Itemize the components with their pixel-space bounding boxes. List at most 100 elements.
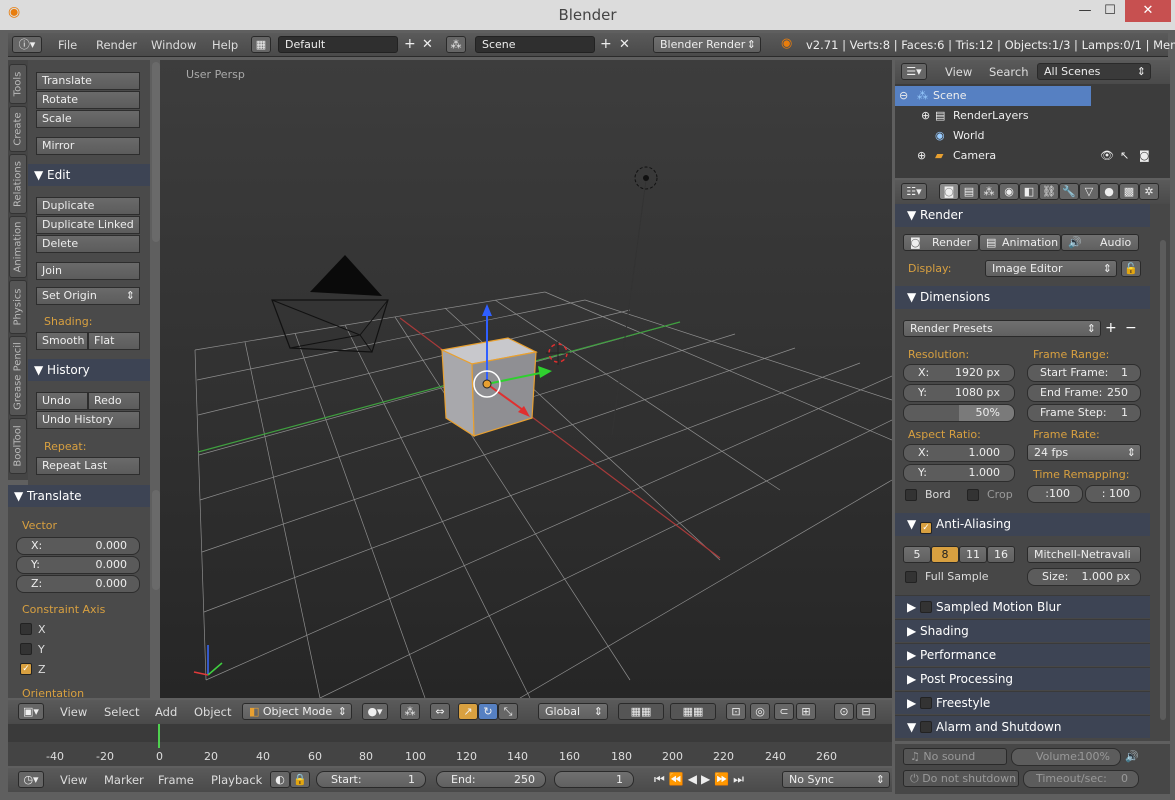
outliner-scope-select[interactable]: All Scenes ⇕ (1037, 63, 1151, 80)
render-layers-tab-icon[interactable]: ▤ (959, 183, 979, 200)
render-section-header[interactable]: ▼ Render (895, 204, 1150, 227)
properties-scrollbar[interactable] (1160, 240, 1166, 720)
menu-file[interactable]: File (58, 38, 77, 52)
resolution-x-field[interactable]: X: 1920 px (903, 364, 1015, 382)
properties-editor-icon[interactable]: ☷▾ (901, 183, 927, 200)
layers-right-icon[interactable]: ▦▦ (670, 703, 716, 720)
select-arrow-icon[interactable]: ↖ (1120, 146, 1129, 166)
start-frame-field[interactable]: Start Frame: 1 (1027, 364, 1141, 382)
vector-y-field[interactable]: Y: 0.000 (16, 556, 140, 574)
timeline-editor-icon[interactable]: ◷▾ (18, 771, 44, 788)
remove-layout-icon[interactable]: ✕ (422, 37, 433, 52)
axis-z-checkbox[interactable]: ✓ (20, 663, 32, 675)
motion-blur-checkbox[interactable] (920, 601, 933, 613)
scene-icon[interactable]: ⁂ (446, 36, 466, 53)
resolution-percentage-slider[interactable]: 50% (903, 404, 1015, 422)
visibility-eye-icon[interactable]: 👁 (1100, 146, 1114, 166)
operator-panel-scrollbar[interactable] (152, 490, 160, 590)
aspect-y-field[interactable]: Y: 1.000 (903, 464, 1015, 482)
transform-orientation-select[interactable]: Global ⇕ (538, 703, 608, 720)
menu-render[interactable]: Render (96, 38, 137, 52)
tab-physics[interactable]: Physics (9, 280, 27, 334)
keying-icon[interactable]: ◐ (270, 771, 290, 788)
expand-icon[interactable]: ⊕ (921, 106, 930, 126)
menu-view[interactable]: View (60, 705, 87, 719)
close-button[interactable]: ✕ (1125, 0, 1171, 22)
scene-field[interactable]: Scene (475, 36, 595, 53)
lamp-object[interactable] (634, 166, 658, 190)
scene-tab-icon[interactable]: ⁂ (979, 183, 999, 200)
render-presets-select[interactable]: Render Presets ⇕ (903, 320, 1101, 337)
border-checkbox[interactable] (905, 489, 917, 501)
remove-scene-icon[interactable]: ✕ (619, 37, 630, 52)
current-frame-field[interactable]: 1 (554, 771, 634, 788)
set-origin-button[interactable]: Set Origin ⇕ (36, 287, 140, 305)
tl-menu-marker[interactable]: Marker (104, 773, 144, 787)
frame-rate-select[interactable]: 24 fps ⇕ (1027, 444, 1141, 461)
info-editor-icon[interactable]: ⓘ▾ (12, 36, 42, 53)
menu-add[interactable]: Add (155, 705, 177, 719)
tab-grease-pencil[interactable]: Grease Pencil (9, 336, 27, 416)
post-processing-section-header[interactable]: ▶ Post Processing (895, 667, 1150, 690)
aa-samples-16[interactable]: 16 (987, 546, 1015, 563)
sampled-motion-blur-header[interactable]: ▶ Sampled Motion Blur (895, 595, 1150, 618)
material-tab-icon[interactable]: ● (1099, 183, 1119, 200)
menu-select[interactable]: Select (104, 705, 139, 719)
repeat-last-button[interactable]: Repeat Last (36, 457, 140, 475)
flat-button[interactable]: Flat (88, 332, 140, 350)
aa-samples-11[interactable]: 11 (959, 546, 987, 563)
dimensions-section-header[interactable]: ▼ Dimensions (895, 286, 1150, 309)
duplicate-button[interactable]: Duplicate (36, 197, 140, 215)
timeout-field[interactable]: Timeout/sec: 0 (1023, 770, 1139, 788)
mirror-button[interactable]: Mirror (36, 137, 140, 155)
pivot-point-icon[interactable]: ⁂ (400, 703, 420, 720)
crop-checkbox[interactable] (967, 489, 979, 501)
lock-icon[interactable]: 🔒 (290, 771, 310, 788)
timeline[interactable]: -40 -20 0 20 40 60 80 100 120 140 160 18… (8, 724, 892, 766)
shading-section-header[interactable]: ▶ Shading (895, 619, 1150, 642)
freestyle-checkbox[interactable] (920, 697, 933, 709)
aa-samples-5[interactable]: 5 (903, 546, 931, 563)
delete-button[interactable]: Delete (36, 235, 140, 253)
remap-new-field[interactable]: : 100 (1085, 485, 1141, 503)
expand-icon[interactable]: ⊕ (917, 146, 926, 166)
outliner-menu-view[interactable]: View (945, 65, 972, 79)
maximize-button[interactable]: ☐ (1095, 0, 1125, 22)
tab-animation[interactable]: Animation (9, 216, 27, 278)
constraints-tab-icon[interactable]: ⛓ (1039, 183, 1059, 200)
render-still-icon[interactable]: ⊙ (834, 703, 854, 720)
volume-field[interactable]: Volume: 100% (1011, 748, 1121, 766)
aa-filter-select[interactable]: Mitchell-Netravali (1027, 546, 1141, 563)
tab-booltool[interactable]: BoolTool (9, 418, 27, 474)
playback-controls[interactable]: ⏮⏪◀▶⏩⏭ (654, 772, 748, 787)
rotate-manipulator-icon[interactable]: ↻ (478, 703, 498, 720)
tl-menu-frame[interactable]: Frame (158, 773, 194, 787)
sync-select[interactable]: No Sync ⇕ (782, 771, 890, 788)
timeline-scrubber[interactable] (8, 724, 892, 742)
redo-button[interactable]: Redo (88, 392, 140, 410)
duplicate-linked-button[interactable]: Duplicate Linked (36, 216, 140, 234)
axis-x-checkbox[interactable] (20, 623, 32, 635)
screen-layout-icon[interactable]: ▦ (251, 36, 271, 53)
editor-type-icon[interactable]: ▣▾ (18, 703, 44, 720)
tab-relations[interactable]: Relations (9, 154, 27, 214)
data-tab-icon[interactable]: ▽ (1079, 183, 1099, 200)
3d-viewport[interactable]: User Persp (160, 60, 892, 698)
snap-icon[interactable]: ⊂ (774, 703, 794, 720)
full-sample-checkbox[interactable] (905, 571, 917, 583)
texture-tab-icon[interactable]: ▩ (1119, 183, 1139, 200)
resolution-y-field[interactable]: Y: 1080 px (903, 384, 1015, 402)
remap-old-field[interactable]: :100 (1027, 485, 1083, 503)
alarm-shutdown-section-header[interactable]: ▼ Alarm and Shutdown (895, 715, 1150, 738)
end-frame-field[interactable]: End Frame: 250 (1027, 384, 1141, 402)
render-camera-icon[interactable]: ◙ (1139, 146, 1150, 166)
collapse-icon[interactable]: ⊖ (899, 86, 908, 106)
render-engine-select[interactable]: Blender Render ⇕ (653, 36, 761, 53)
filter-size-field[interactable]: Size: 1.000 px (1027, 568, 1141, 586)
start-frame-field[interactable]: Start: 1 (316, 771, 426, 788)
animation-button[interactable]: ▤ Animation (979, 234, 1061, 251)
end-frame-field[interactable]: End: 250 (436, 771, 546, 788)
render-animation-icon[interactable]: ⊟ (856, 703, 876, 720)
shutdown-select[interactable]: ⏻ Do not shutdown (903, 770, 1019, 787)
outliner-row-renderlayers[interactable]: ⊕ ▤ RenderLayers (895, 106, 1158, 126)
